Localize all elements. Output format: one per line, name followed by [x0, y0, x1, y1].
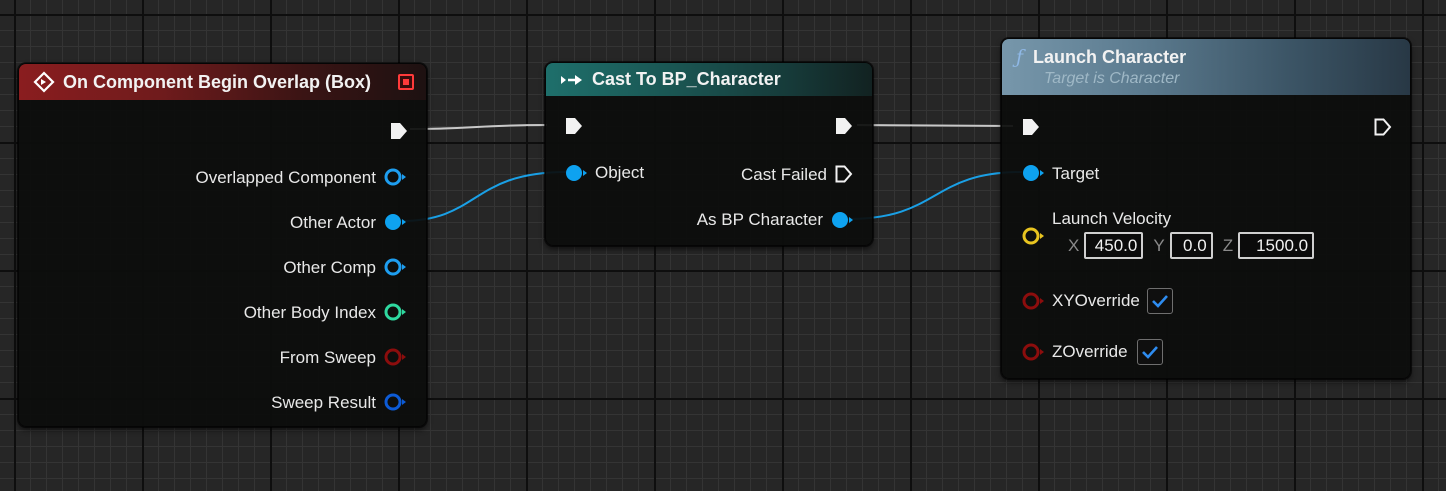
- sweep-result-pin[interactable]: [383, 392, 407, 412]
- pin-label-from-sweep: From Sweep: [279, 348, 376, 367]
- xy-override-checkbox[interactable]: [1147, 288, 1173, 314]
- other-comp-pin[interactable]: [383, 257, 407, 277]
- cast-node-header[interactable]: Cast To BP_Character: [546, 63, 872, 96]
- launch-node-title: Launch Character: [1033, 46, 1187, 67]
- event-exec-out-pin[interactable]: [389, 121, 409, 141]
- launch-velocity-pin[interactable]: [1021, 226, 1045, 246]
- cast-node-bp-character[interactable]: Cast To BP_Character Object Cast Failed …: [545, 62, 873, 246]
- exec-wire-cast-to-launch: [856, 124, 1014, 127]
- y-axis-label: Y: [1153, 235, 1165, 255]
- cast-arrows-icon: [560, 72, 584, 88]
- xy-override-pin[interactable]: [1021, 291, 1045, 311]
- target-input-pin[interactable]: [1021, 163, 1045, 183]
- launch-character-node[interactable]: ƒ Launch Character Target is Character T…: [1001, 38, 1411, 379]
- cast-exec-out-pin[interactable]: [834, 116, 854, 136]
- overlapped-component-pin[interactable]: [383, 167, 407, 187]
- event-node-title: On Component Begin Overlap (Box): [63, 71, 372, 92]
- object-wire-ascharacter-to-target: [847, 171, 1023, 220]
- pin-label-other-comp: Other Comp: [283, 258, 376, 277]
- event-diamond-icon: [33, 71, 55, 93]
- z-override-checkbox[interactable]: [1137, 339, 1163, 365]
- pin-label-z-override: ZOverride: [1052, 342, 1128, 361]
- x-axis-label: X: [1068, 235, 1080, 255]
- cast-exec-in-pin[interactable]: [564, 116, 584, 136]
- as-bp-character-pin[interactable]: [830, 210, 854, 230]
- launch-velocity-vector-fields: X 450.0 Y 0.0 Z 1500.0: [1068, 232, 1324, 259]
- object-input-pin[interactable]: [564, 163, 588, 183]
- pin-label-other-body-index: Other Body Index: [243, 303, 376, 322]
- launch-exec-in-pin[interactable]: [1021, 117, 1041, 137]
- replicated-stop-icon: [398, 74, 414, 90]
- pin-label-target: Target: [1052, 164, 1100, 183]
- event-node-header[interactable]: On Component Begin Overlap (Box): [19, 64, 426, 100]
- pin-label-xy-override: XYOverride: [1052, 291, 1140, 310]
- pin-label-cast-failed: Cast Failed: [741, 165, 827, 184]
- pin-label-other-actor: Other Actor: [290, 213, 376, 232]
- z-override-pin[interactable]: [1021, 342, 1045, 362]
- pin-label-as-bp-character: As BP Character: [696, 210, 823, 229]
- velocity-z-input[interactable]: 1500.0: [1238, 232, 1315, 259]
- other-body-index-pin[interactable]: [383, 302, 407, 322]
- from-sweep-pin[interactable]: [383, 347, 407, 367]
- pin-label-launch-velocity: Launch Velocity: [1052, 209, 1172, 228]
- launch-node-header[interactable]: ƒ Launch Character Target is Character: [1002, 39, 1410, 95]
- launch-exec-out-pin[interactable]: [1373, 117, 1393, 137]
- launch-node-subtitle: Target is Character: [1044, 70, 1180, 87]
- event-node-component-begin-overlap[interactable]: On Component Begin Overlap (Box) Overlap…: [18, 63, 427, 427]
- pin-label-overlapped-component: Overlapped Component: [195, 168, 376, 187]
- z-axis-label: Z: [1222, 235, 1234, 255]
- function-icon: ƒ: [1016, 46, 1024, 68]
- exec-wire-event-to-cast: [409, 124, 548, 130]
- pin-label-sweep-result: Sweep Result: [271, 393, 376, 412]
- other-actor-pin[interactable]: [383, 212, 407, 232]
- velocity-y-input[interactable]: 0.0: [1169, 232, 1213, 259]
- cast-node-title: Cast To BP_Character: [592, 69, 781, 89]
- velocity-x-input[interactable]: 450.0: [1084, 232, 1144, 259]
- pin-label-object: Object: [595, 163, 645, 182]
- cast-failed-exec-pin[interactable]: [834, 164, 854, 184]
